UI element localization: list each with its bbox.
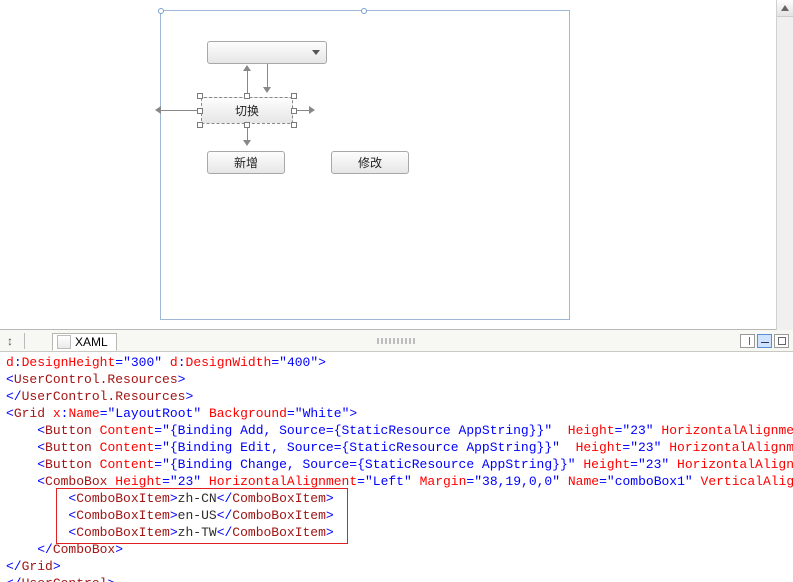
arrow-right-icon: [309, 106, 315, 114]
add-button[interactable]: 新增: [207, 151, 285, 174]
selection-adorner[interactable]: 切换: [201, 97, 293, 124]
arrow-up-icon: [243, 65, 251, 71]
tab-label: XAML: [75, 335, 108, 349]
divider-icon: [24, 333, 40, 349]
button-label: 新增: [234, 154, 258, 171]
chevron-up-icon: [781, 5, 789, 11]
designer-pane: 切换 新增 修改: [0, 0, 793, 330]
layout-vertical-button[interactable]: [740, 334, 755, 348]
button-label: 切换: [235, 102, 259, 119]
document-icon: [57, 335, 71, 349]
code-content[interactable]: d:DesignHeight="300" d:DesignWidth="400"…: [0, 352, 793, 582]
arrow-down-icon: [243, 140, 251, 146]
button-label: 修改: [358, 154, 382, 171]
tab-xaml[interactable]: XAML: [52, 333, 117, 351]
swap-panes-icon[interactable]: ↕: [2, 333, 18, 349]
resize-handle-icon[interactable]: [197, 122, 203, 128]
resize-handle-icon[interactable]: [244, 122, 250, 128]
arrow-down-icon: [263, 87, 271, 93]
resize-handle-icon[interactable]: [244, 93, 250, 99]
resize-handle-icon[interactable]: [197, 93, 203, 99]
layout-horizontal-button[interactable]: [757, 334, 772, 348]
combobox-control[interactable]: [207, 41, 327, 64]
layout-collapse-button[interactable]: [774, 334, 789, 348]
split-vertical-icon: [745, 337, 750, 345]
resize-handle-icon[interactable]: [197, 108, 203, 114]
grip-icon[interactable]: [377, 338, 417, 344]
arrow-left-icon: [155, 106, 161, 114]
resize-handle-icon[interactable]: [291, 93, 297, 99]
chevron-down-icon: [312, 50, 320, 55]
splitter-bar[interactable]: ↕ XAML: [0, 330, 793, 352]
xaml-editor[interactable]: d:DesignHeight="300" d:DesignWidth="400"…: [0, 352, 793, 582]
change-button[interactable]: 切换: [201, 97, 293, 124]
anchor-line-icon: [267, 64, 268, 88]
edit-button[interactable]: 修改: [331, 151, 409, 174]
split-horizontal-icon: [761, 338, 769, 343]
square-icon: [778, 337, 786, 345]
design-canvas[interactable]: 切换 新增 修改: [160, 10, 570, 320]
vertical-scrollbar[interactable]: [776, 0, 793, 330]
anchor-line-icon: [161, 110, 201, 111]
resize-handle-icon[interactable]: [291, 122, 297, 128]
scroll-up-button[interactable]: [777, 0, 793, 17]
resize-handle-icon[interactable]: [291, 108, 297, 114]
